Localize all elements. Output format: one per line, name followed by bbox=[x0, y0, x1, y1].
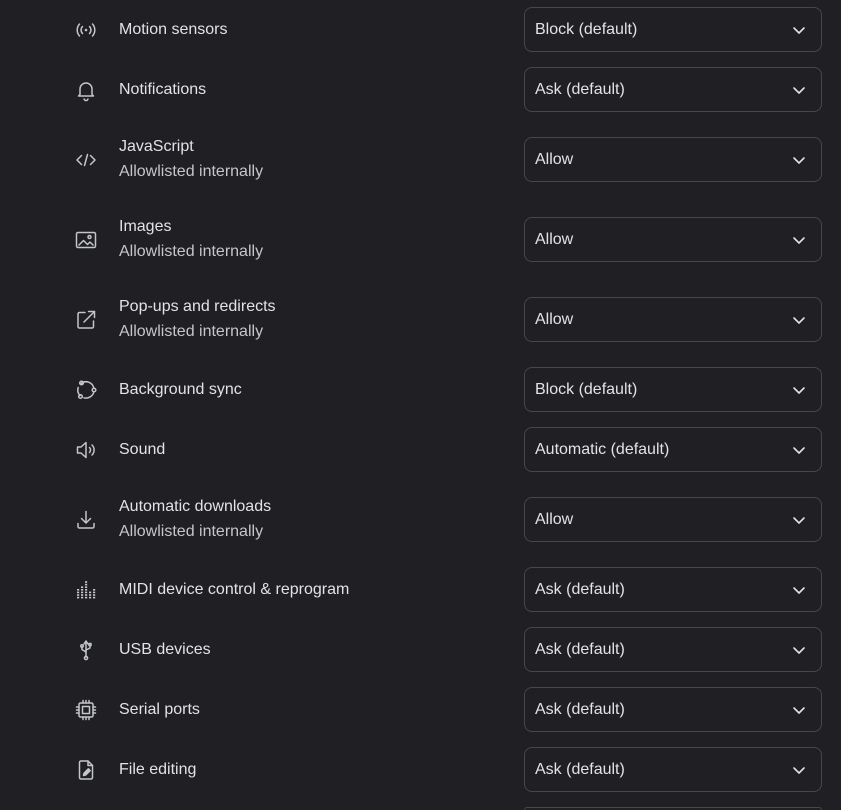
motion-sensor-icon bbox=[74, 18, 98, 42]
select-value: Ask (default) bbox=[535, 81, 625, 98]
sync-icon bbox=[74, 378, 98, 402]
permission-label: Sound bbox=[119, 441, 166, 458]
permission-label: USB devices bbox=[119, 641, 211, 658]
permission-label: Images bbox=[119, 218, 172, 235]
select-value: Allow bbox=[535, 231, 574, 248]
chevron-down-icon bbox=[791, 582, 807, 598]
permission-label: Serial ports bbox=[119, 701, 200, 718]
select-value: Ask (default) bbox=[535, 581, 625, 598]
chevron-down-icon bbox=[791, 702, 807, 718]
chevron-down-icon bbox=[791, 382, 807, 398]
permission-sublabel: Allowlisted internally bbox=[119, 163, 264, 180]
chevron-down-icon bbox=[791, 442, 807, 458]
popups-select[interactable]: Allow bbox=[524, 297, 822, 342]
automatic-downloads-select[interactable]: Allow bbox=[524, 497, 822, 542]
select-value: Block (default) bbox=[535, 21, 638, 38]
image-icon bbox=[74, 228, 98, 252]
chevron-down-icon bbox=[791, 82, 807, 98]
usb-devices-select[interactable]: Ask (default) bbox=[524, 627, 822, 672]
select-value: Ask (default) bbox=[535, 761, 625, 778]
chevron-down-icon bbox=[791, 152, 807, 168]
chevron-down-icon bbox=[791, 512, 807, 528]
javascript-select[interactable]: Allow bbox=[524, 137, 822, 182]
file-editing-select[interactable]: Ask (default) bbox=[524, 747, 822, 792]
serial-ports-select[interactable]: Ask (default) bbox=[524, 687, 822, 732]
midi-select[interactable]: Ask (default) bbox=[524, 567, 822, 612]
permission-label: Pop-ups and redirects bbox=[119, 298, 276, 315]
permission-label: Motion sensors bbox=[119, 21, 228, 38]
notifications-select[interactable]: Ask (default) bbox=[524, 67, 822, 112]
background-sync-select[interactable]: Block (default) bbox=[524, 367, 822, 412]
select-value: Allow bbox=[535, 511, 574, 528]
select-value: Block (default) bbox=[535, 381, 638, 398]
bell-icon bbox=[74, 78, 98, 102]
permission-label: Automatic downloads bbox=[119, 498, 272, 515]
permission-label: Background sync bbox=[119, 381, 242, 398]
select-value: Ask (default) bbox=[535, 701, 625, 718]
permission-label: JavaScript bbox=[119, 138, 194, 155]
file-edit-icon bbox=[74, 758, 98, 782]
code-icon bbox=[74, 148, 98, 172]
sound-select[interactable]: Automatic (default) bbox=[524, 427, 822, 472]
chevron-down-icon bbox=[791, 762, 807, 778]
chevron-down-icon bbox=[791, 312, 807, 328]
speaker-icon bbox=[74, 438, 98, 462]
midi-icon bbox=[74, 578, 98, 602]
download-icon bbox=[74, 508, 98, 532]
external-link-icon bbox=[74, 308, 98, 332]
select-value: Allow bbox=[535, 311, 574, 328]
motion-sensors-select[interactable]: Block (default) bbox=[524, 7, 822, 52]
chevron-down-icon bbox=[791, 642, 807, 658]
permission-label: Notifications bbox=[119, 81, 207, 98]
permission-label: MIDI device control & reprogram bbox=[119, 581, 350, 598]
permission-sublabel: Allowlisted internally bbox=[119, 523, 264, 540]
permission-sublabel: Allowlisted internally bbox=[119, 243, 264, 260]
select-value: Ask (default) bbox=[535, 641, 625, 658]
select-value: Allow bbox=[535, 151, 574, 168]
usb-icon bbox=[74, 638, 98, 662]
permission-sublabel: Allowlisted internally bbox=[119, 323, 264, 340]
chip-icon bbox=[74, 698, 98, 722]
chevron-down-icon bbox=[791, 22, 807, 38]
chevron-down-icon bbox=[791, 232, 807, 248]
permission-label: File editing bbox=[119, 761, 197, 778]
select-value: Automatic (default) bbox=[535, 441, 670, 458]
images-select[interactable]: Allow bbox=[524, 217, 822, 262]
